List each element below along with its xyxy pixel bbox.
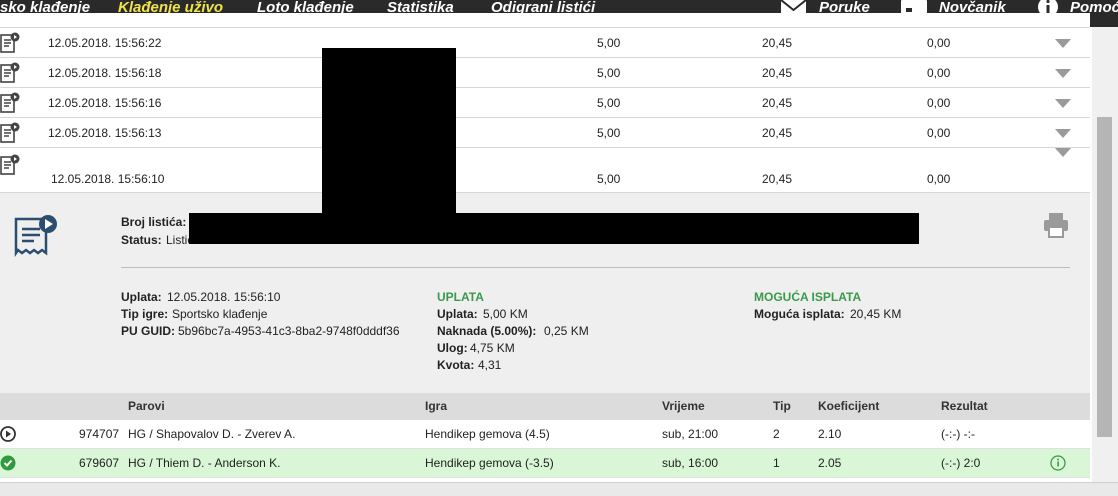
ticket-possible-payout: 20,45 [762, 66, 793, 80]
ticket-win: 0,00 [927, 126, 951, 140]
pairs-table-header: Parovi Igra Vrijeme Tip Koeficijent Rezu… [0, 393, 1090, 420]
pair-time: sub, 21:00 [662, 427, 719, 441]
payout-value: 20,45 KM [850, 307, 902, 321]
guid-label: PU GUID: [121, 324, 175, 338]
chevron-down-icon[interactable] [1055, 129, 1071, 138]
pair-result: (-:-) 2:0 [941, 456, 981, 470]
redaction-block [322, 48, 456, 215]
play-status-icon [0, 426, 16, 442]
ticket-win: 0,00 [927, 66, 951, 80]
ticket-stake: 5,00 [597, 66, 621, 80]
bet-label: Ulog: [437, 341, 468, 355]
vertical-scrollbar[interactable] [1092, 27, 1118, 482]
ticket-number-label: Broj listića: [121, 215, 187, 229]
payout-label: Moguća isplata: [754, 307, 845, 321]
info-circle-icon[interactable] [1050, 455, 1066, 471]
guid-value: 5b96bc7a-4953-41c3-8ba2-9748f0dddf36 [178, 324, 400, 338]
odds-label: Kvota: [437, 358, 475, 372]
ticket-row[interactable]: 12.05.2018. 15:56:18 5,00 20,45 0,00 [0, 58, 1090, 88]
pair-game: Hendikep gemova (4.5) [425, 427, 550, 441]
status-label: Status: [121, 233, 162, 247]
pair-coefficient: 2.10 [818, 427, 842, 441]
ticket-possible-payout: 20,45 [762, 36, 793, 50]
col-tip: Tip [773, 399, 791, 413]
pair-coefficient: 2.05 [818, 456, 842, 470]
ticket-stake: 5,00 [597, 36, 621, 50]
col-coefficient: Koeficijent [818, 399, 880, 413]
ticket-win: 0,00 [927, 96, 951, 110]
pair-result: (-:-) -:- [941, 427, 975, 441]
check-circle-icon [0, 455, 16, 471]
ticket-win: 0,00 [927, 172, 951, 186]
col-result: Rezultat [941, 399, 988, 413]
redaction-block [189, 213, 919, 244]
bottom-bar [0, 482, 1118, 496]
pair-row-won: 679607 HG / Thiem D. - Anderson K. Hendi… [0, 449, 1090, 478]
fee-value: 0,25 KM [544, 324, 589, 338]
payment-time-value: 12.05.2018. 15:56:10 [167, 290, 281, 304]
ticket-icon [0, 154, 20, 175]
ticket-datetime: 12.05.2018. 15:56:22 [48, 36, 162, 50]
col-pairs: Parovi [128, 399, 165, 413]
ticket-datetime: 12.05.2018. 15:56:10 [51, 172, 165, 186]
ticket-row-selected[interactable]: 12.05.2018. 15:56:10 5,00 20,45 0,00 [0, 148, 1090, 193]
ticket-row[interactable]: 12.05.2018. 15:56:13 5,00 20,45 0,00 [0, 118, 1090, 148]
payment-time-label: Uplata: [121, 290, 162, 304]
game-type-value: Sportsko klađenje [172, 307, 268, 321]
fee-label: Naknada (5.00%): [437, 324, 537, 338]
bet-value: 4,75 KM [470, 341, 515, 355]
ticket-stake: 5,00 [597, 172, 621, 186]
ticket-datetime: 12.05.2018. 15:56:13 [48, 126, 162, 140]
pair-name: HG / Thiem D. - Anderson K. [128, 456, 281, 470]
ticket-icon [0, 62, 20, 83]
odds-value: 4,31 [478, 358, 502, 372]
pair-game: Hendikep gemova (-3.5) [425, 456, 554, 470]
ticket-icon [0, 32, 20, 53]
payout-title: MOGUĆA ISPLATA [754, 290, 862, 304]
ticket-row[interactable]: 12.05.2018. 15:56:16 5,00 20,45 0,00 [0, 88, 1090, 118]
printer-icon[interactable] [1042, 211, 1070, 239]
chevron-down-icon[interactable] [1055, 148, 1071, 157]
pair-row: 974707 HG / Shapovalov D. - Zverev A. He… [0, 420, 1090, 449]
pair-tip: 1 [773, 456, 780, 470]
scrollbar-thumb[interactable] [1097, 117, 1112, 437]
ticket-icon [0, 122, 20, 143]
pair-tip: 2 [773, 427, 780, 441]
ticket-possible-payout: 20,45 [762, 172, 793, 186]
pair-name: HG / Shapovalov D. - Zverev A. [128, 427, 296, 441]
ticket-icon [0, 92, 20, 113]
divider [121, 267, 1070, 268]
chevron-down-icon[interactable] [1055, 99, 1071, 108]
ticket-datetime: 12.05.2018. 15:56:18 [48, 66, 162, 80]
ticket-row[interactable]: 12.05.2018. 15:56:22 5,00 20,45 0,00 [0, 28, 1090, 58]
pair-id: 974707 [79, 427, 120, 441]
ticket-receipt-icon [14, 215, 57, 257]
ticket-stake: 5,00 [597, 96, 621, 110]
pair-id: 679607 [79, 456, 120, 470]
col-time: Vrijeme [662, 399, 705, 413]
ticket-possible-payout: 20,45 [762, 126, 793, 140]
ticket-datetime: 12.05.2018. 15:56:16 [48, 96, 162, 110]
uplata-value: 5,00 KM [483, 307, 528, 321]
chevron-down-icon[interactable] [1055, 69, 1071, 78]
uplata-label: Uplata: [437, 307, 478, 321]
ticket-row-partial [0, 13, 1090, 28]
chevron-down-icon[interactable] [1055, 39, 1071, 48]
ticket-stake: 5,00 [597, 126, 621, 140]
pair-time: sub, 16:00 [662, 456, 719, 470]
ticket-possible-payout: 20,45 [762, 96, 793, 110]
col-game: Igra [425, 399, 448, 413]
game-type-label: Tip igre: [121, 307, 169, 321]
ticket-win: 0,00 [927, 36, 951, 50]
uplata-title: UPLATA [437, 290, 484, 304]
